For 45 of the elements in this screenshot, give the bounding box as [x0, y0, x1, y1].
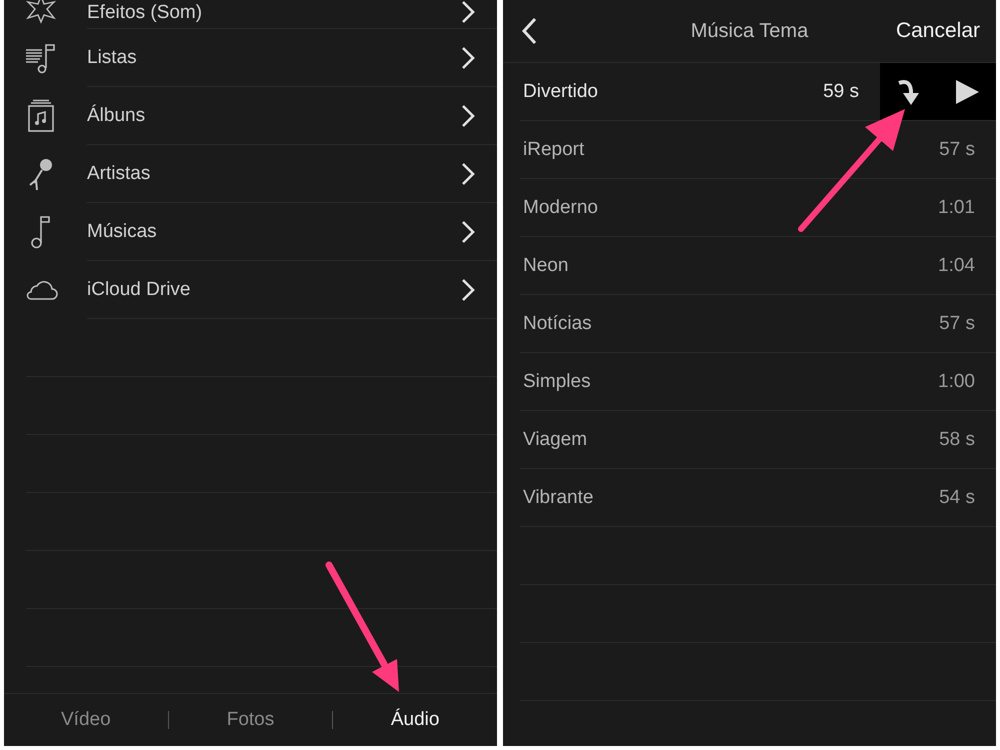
playlist-icon [24, 42, 58, 74]
screen-title: Música Tema [690, 20, 808, 42]
cancel-button[interactable]: Cancelar [890, 18, 986, 44]
song-name: iReport [522, 138, 586, 160]
song-duration: 59 s [823, 80, 860, 102]
song-row[interactable]: Simples 1:00 [520, 353, 996, 411]
song-duration: 54 s [939, 486, 976, 508]
chevron-icon [461, 0, 475, 24]
song-duration: 1:01 [938, 196, 976, 218]
song-duration: 57 s [939, 138, 976, 160]
song-duration: 1:04 [938, 254, 976, 276]
chevron-icon [461, 220, 475, 244]
star-icon [24, 0, 58, 24]
song-name: Divertido [522, 80, 599, 102]
song-row[interactable]: Moderno 1:01 [520, 179, 996, 237]
chevron-icon [461, 104, 475, 128]
song-row[interactable]: Vibrante 54 s [520, 469, 996, 527]
song-name: Vibrante [522, 486, 594, 508]
song-row[interactable]: Divertido 59 s [520, 63, 996, 121]
song-duration: 1:00 [938, 370, 976, 392]
song-name: Moderno [522, 196, 599, 218]
song-name: Notícias [522, 312, 593, 334]
library-item[interactable]: Artistas [87, 162, 461, 184]
library-item[interactable]: iCloud Drive [87, 278, 461, 300]
library-item[interactable]: Listas [87, 46, 461, 68]
library-item[interactable]: Músicas [87, 220, 461, 242]
library-item[interactable]: Álbuns [87, 104, 461, 126]
song-duration: 57 s [939, 312, 976, 334]
song-name: Neon [522, 254, 570, 276]
play-icon[interactable] [954, 78, 980, 104]
song-row[interactable]: Neon 1:04 [520, 237, 996, 295]
library-item[interactable]: Efeitos (Som) [87, 2, 461, 24]
tab[interactable]: Vídeo [4, 705, 168, 735]
back-icon[interactable] [521, 17, 537, 45]
chevron-icon [461, 162, 475, 186]
song-duration: 58 s [939, 428, 976, 450]
song-row[interactable]: Viagem 58 s [520, 411, 996, 469]
song-name: Simples [522, 370, 592, 392]
chevron-icon [461, 46, 475, 70]
song-row[interactable]: Notícias 57 s [520, 295, 996, 353]
tab[interactable]: Áudio [333, 705, 497, 735]
chevron-icon [461, 278, 475, 302]
tab[interactable]: Fotos [168, 705, 332, 735]
album-icon [26, 99, 56, 133]
song-name: Viagem [522, 428, 588, 450]
